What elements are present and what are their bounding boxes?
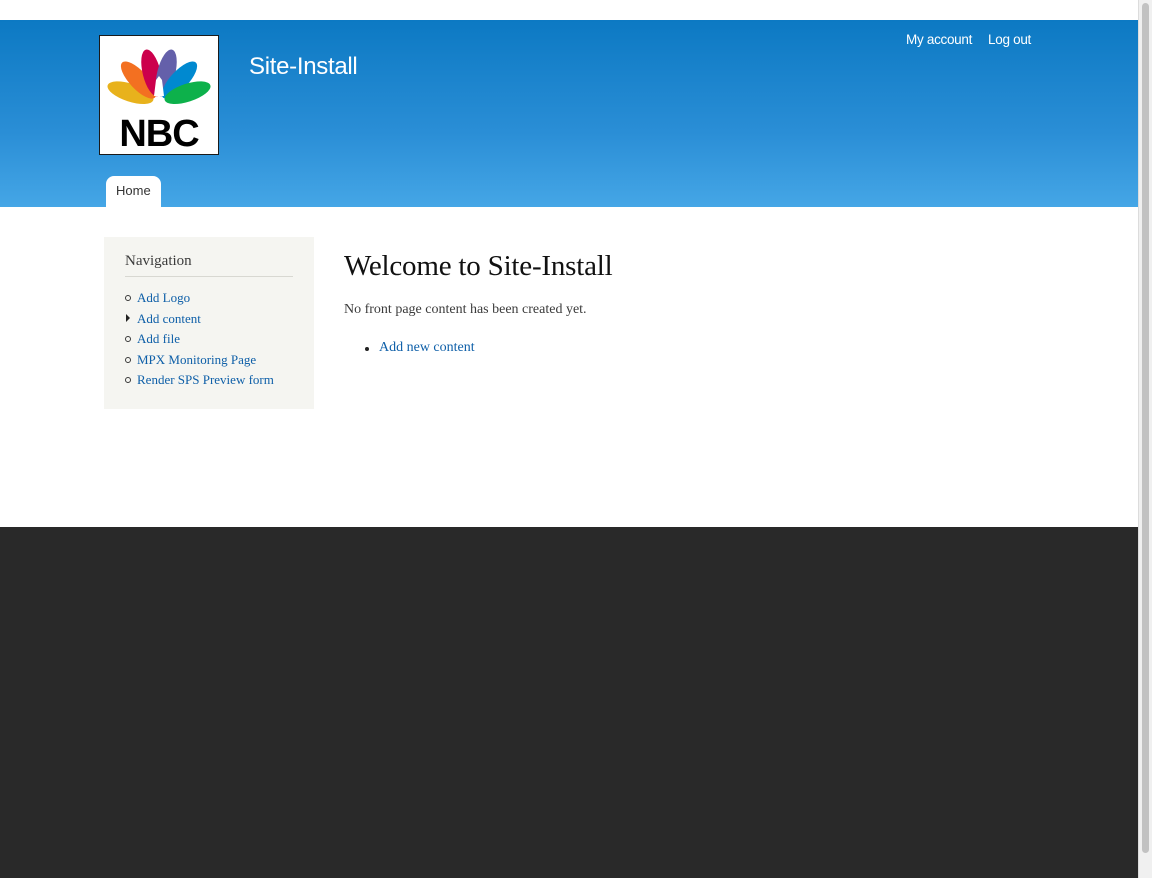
action-link-item: Add new content: [344, 340, 1044, 356]
navigation-block-title: Navigation: [125, 253, 293, 277]
mpx-monitoring-page-link[interactable]: MPX Monitoring Page: [137, 352, 256, 367]
my-account-link[interactable]: My account: [906, 32, 972, 47]
top-strip: [0, 0, 1138, 20]
circle-bullet-icon: [125, 295, 131, 301]
nav-item-add-file: Add file: [125, 331, 293, 352]
nav-item-mpx-monitoring: MPX Monitoring Page: [125, 352, 293, 373]
site-footer: [0, 527, 1138, 878]
circle-bullet-icon: [125, 336, 131, 342]
circle-bullet-icon: [125, 356, 131, 363]
render-sps-preview-form-link[interactable]: Render SPS Preview form: [137, 372, 274, 387]
nav-item-add-logo: Add Logo: [125, 290, 293, 311]
site-header: NBC Site-Install My account Log out Home: [0, 20, 1138, 207]
site-name-link[interactable]: Site-Install: [249, 53, 358, 81]
nbc-peacock-logo-icon: NBC: [107, 49, 211, 154]
action-links: Add new content: [344, 340, 1044, 356]
svg-text:NBC: NBC: [119, 113, 199, 154]
main-menu: Home: [106, 176, 161, 207]
page-title: Welcome to Site-Install: [344, 250, 613, 282]
add-new-content-link[interactable]: Add new content: [379, 340, 475, 355]
add-file-link[interactable]: Add file: [137, 331, 180, 346]
navigation-block: Navigation Add Logo Add content Add file…: [104, 237, 314, 409]
collapsed-arrow-icon[interactable]: [126, 313, 130, 322]
add-content-link[interactable]: Add content: [137, 311, 201, 326]
secondary-menu: My account Log out: [906, 32, 1031, 47]
site-logo[interactable]: NBC: [99, 35, 219, 155]
disc-bullet-icon: [365, 347, 369, 351]
log-out-link[interactable]: Log out: [988, 32, 1031, 47]
nav-item-render-sps-preview: Render SPS Preview form: [125, 372, 293, 393]
vertical-scrollbar[interactable]: [1138, 0, 1152, 878]
main-content: Welcome to Site-Install No front page co…: [344, 250, 1044, 356]
navigation-list: Add Logo Add content Add file MPX Monito…: [125, 290, 293, 393]
empty-front-page-message: No front page content has been created y…: [344, 302, 587, 317]
scrollbar-thumb[interactable]: [1142, 3, 1149, 853]
tab-home[interactable]: Home: [106, 176, 161, 207]
nav-item-add-content: Add content: [125, 311, 293, 332]
circle-bullet-icon: [125, 377, 131, 383]
add-logo-link[interactable]: Add Logo: [137, 290, 190, 305]
